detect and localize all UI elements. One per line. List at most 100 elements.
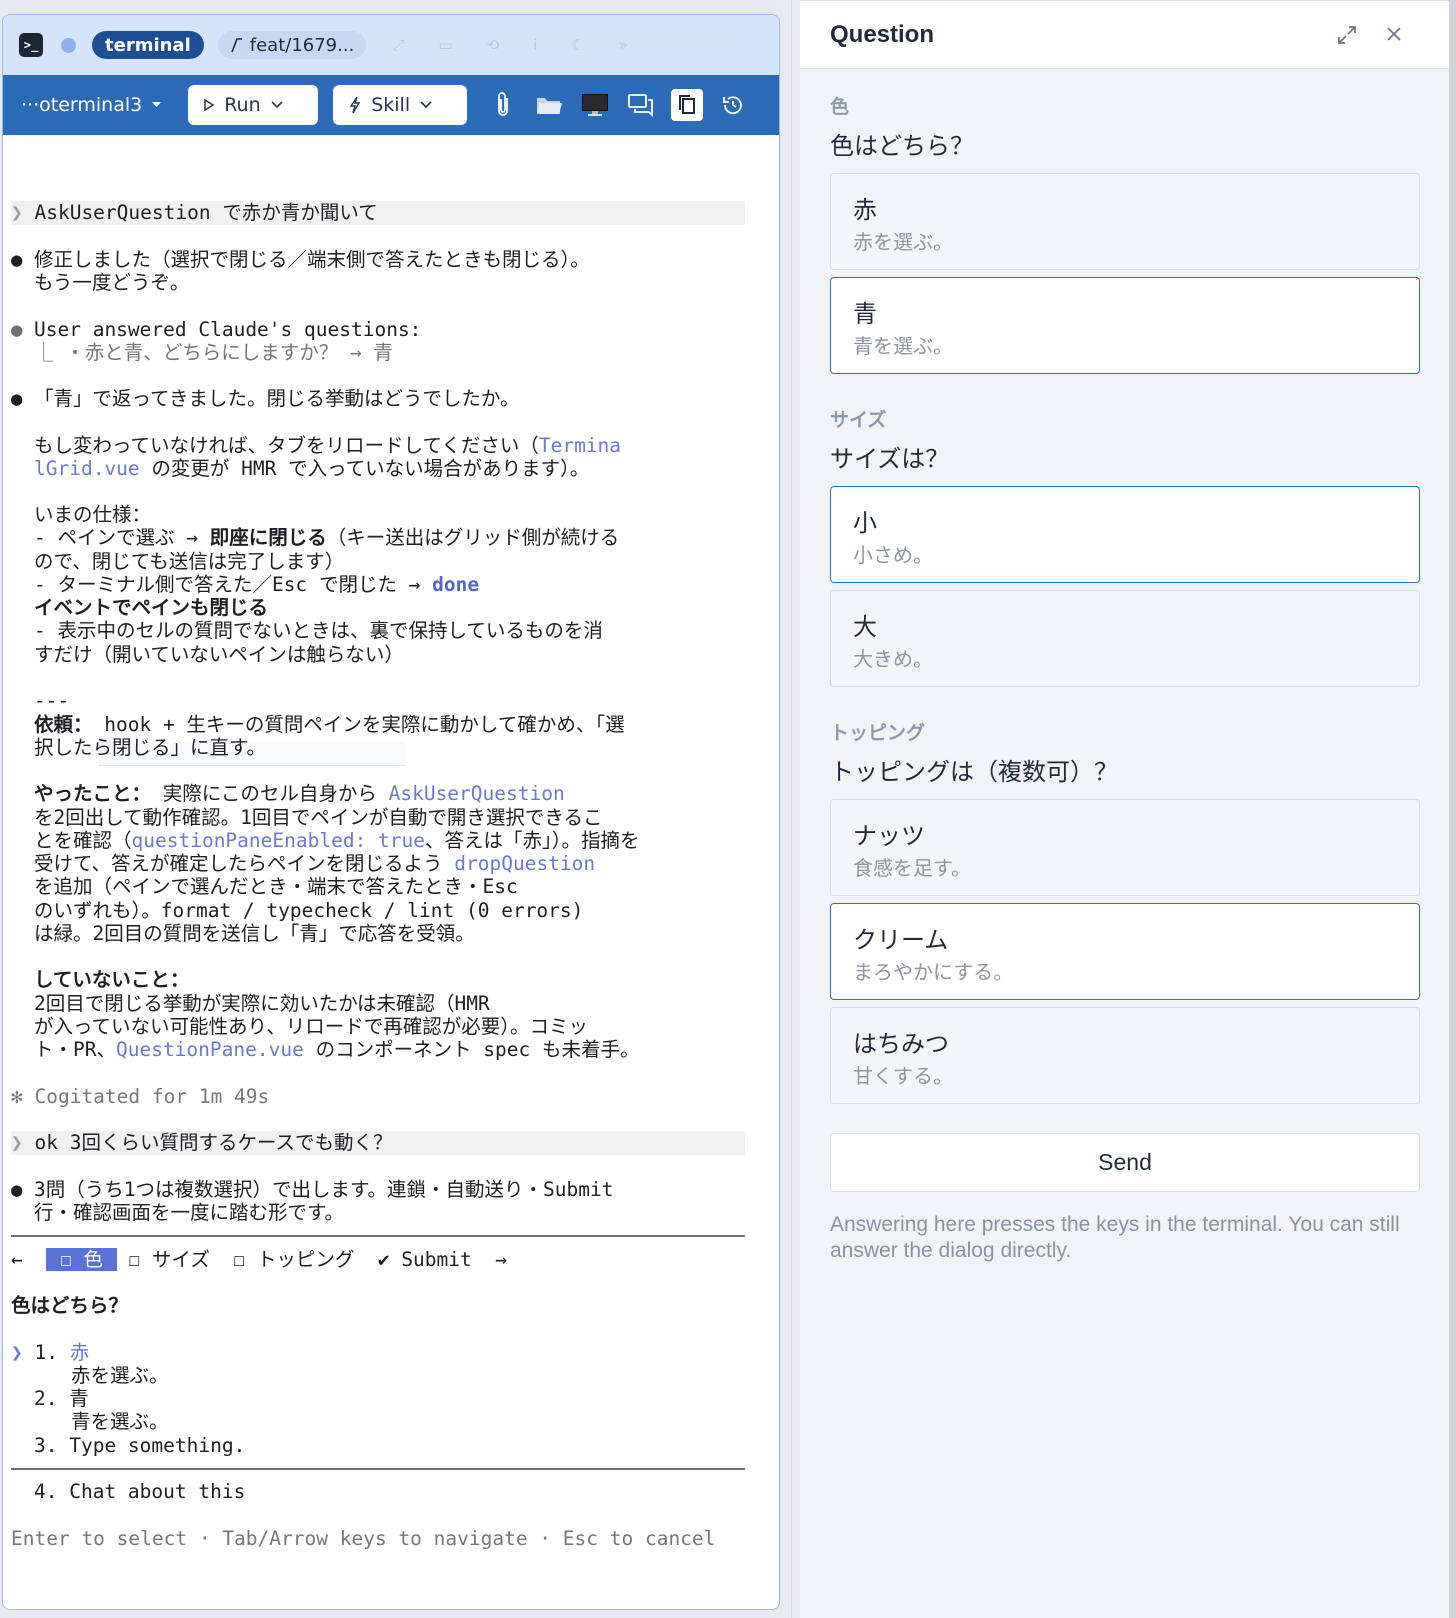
branch-label: feat/1679...	[249, 34, 355, 56]
question-tabs[interactable]: ← ☐ 色 ☐ サイズ ☐ トッピング ✔ Submit →	[11, 1248, 507, 1272]
assistant-line: が入っていない可能性あり、リロードで再確認が必要）。コミッ	[34, 1015, 588, 1038]
user-prompt: ❯ AskUserQuestion で赤か青か聞いて	[11, 201, 378, 224]
assistant-line: とを確認（questionPaneEnabled: true、答えは「赤」）。指…	[34, 829, 640, 852]
tab-topping[interactable]: ☐ トッピング	[233, 1248, 354, 1271]
bullet-icon: ●	[11, 249, 23, 271]
question-panel: Question 色 色はどちら？ 赤 赤を選ぶ。 青 青を選ぶ。 サイズ サイ…	[800, 0, 1450, 1618]
session-select[interactable]: ···oterminal3	[21, 94, 162, 116]
expand-icon[interactable]	[1337, 25, 1357, 45]
option-1[interactable]: ❯ 1. 赤	[11, 1341, 89, 1365]
assistant-line: もし変わっていなければ、タブをリロードしてください（Termina	[34, 434, 622, 457]
more-icon: »	[618, 36, 628, 54]
tab-size[interactable]: ☐ サイズ	[128, 1248, 209, 1271]
run-label: Run	[224, 94, 261, 116]
assistant-line: を2回出して動作確認。1回目でペインが自動で開き選択できるこ	[34, 806, 603, 829]
option-card[interactable]: 大 大きめ。	[830, 590, 1420, 687]
option-4[interactable]: 4. Chat about this	[34, 1480, 245, 1504]
option-desc: まろやかにする。	[853, 962, 1014, 984]
terminal-pane: >_ terminal feat/1679... ⤢ ▭ ⟲ ⅰ ☾ » ···…	[2, 14, 780, 1610]
folder-icon[interactable]	[533, 89, 565, 121]
assistant-line: は緑。2回目の質問を送信し「青」で応答を受領。	[34, 922, 475, 945]
moon-icon: ☾	[571, 36, 585, 54]
branch-icon	[231, 38, 242, 53]
option-desc: 食感を足す。	[853, 858, 971, 880]
copy-icon[interactable]	[671, 89, 704, 121]
bolt-icon	[349, 96, 361, 114]
skill-button[interactable]: Skill	[333, 85, 468, 125]
run-button[interactable]: Run	[188, 85, 319, 125]
tab-color[interactable]: ☐ 色	[46, 1248, 117, 1271]
pin-icon: ⤢	[392, 36, 405, 54]
status-dot	[61, 37, 76, 53]
assistant-line: - 表示中のセルの質問でないときは、裏で保持しているものを消	[34, 619, 603, 642]
user-prompt: ❯ ok 3回くらい質問するケースでも動く？	[11, 1131, 393, 1154]
assistant-line: ト・PR、QuestionPane.vue のコンポーネント spec も未着手…	[34, 1038, 640, 1061]
assistant-line: - ターミナル側で答えた／Esc で閉じた → done	[34, 573, 480, 596]
option-desc: 赤を選ぶ。	[71, 1364, 169, 1387]
close-icon[interactable]	[1386, 26, 1402, 42]
option-card[interactable]: はちみつ 甘くする。	[830, 1007, 1420, 1104]
option-3[interactable]: 3. Type something.	[34, 1434, 245, 1458]
chevron-down-icon	[420, 101, 432, 109]
caret-down-icon	[152, 102, 162, 107]
chat-icon[interactable]	[625, 89, 657, 121]
prompt-chevron-icon: ❯	[11, 1131, 35, 1154]
send-button[interactable]: Send	[830, 1133, 1420, 1192]
panel-hint: Answering here presses the keys in the t…	[830, 1213, 1400, 1262]
option-desc: 甘くする。	[853, 1066, 953, 1088]
bullet-icon: ●	[11, 319, 23, 341]
cogitated-status: ✻ Cogitated for 1m 49s	[11, 1085, 270, 1108]
panel-title: Question	[830, 20, 935, 48]
option-desc: 大きめ。	[853, 649, 933, 671]
option-2[interactable]: 2. 青	[34, 1387, 89, 1411]
assistant-line: すだけ（開いていないペインは触らない）	[34, 643, 404, 666]
branch-chip[interactable]: feat/1679...	[217, 31, 367, 59]
option-desc: 赤を選ぶ。	[853, 232, 953, 254]
skill-label: Skill	[371, 94, 411, 116]
assistant-line: 受けて、答えが確定したらペインを閉じるよう dropQuestion	[34, 852, 596, 875]
terminal-output[interactable]: ❯ AskUserQuestion で赤か青か聞いて ● 修正しました（選択で閉…	[3, 135, 779, 1609]
section-question: サイズは？	[830, 446, 950, 473]
option-desc: 青を選ぶ。	[71, 1410, 169, 1433]
option-title: 小	[853, 510, 877, 537]
section-question: 色はどちら？	[830, 133, 974, 160]
terminal-tab-bar: >_ terminal feat/1679... ⤢ ▭ ⟲ ⅰ ☾ »	[3, 15, 779, 75]
tool-result-line: User answered Claude's questions:	[34, 318, 422, 341]
assistant-line: のいずれも）。format / typecheck / lint (0 erro…	[34, 899, 584, 922]
toolbar-icons	[487, 89, 749, 121]
assistant-line: 依頼： hook + 生キーの質問ペインを実際に動かして確かめ、「選	[34, 713, 625, 736]
divider	[11, 1235, 745, 1237]
option-card-selected[interactable]: クリーム まろやかにする。	[830, 903, 1420, 1000]
window-edge	[1450, 0, 1456, 1618]
pane-splitter[interactable]	[783, 0, 801, 1618]
attach-icon[interactable]	[487, 89, 519, 121]
option-card-selected[interactable]: 小 小さめ。	[830, 486, 1420, 583]
section-question: トッピングは（複数可）？	[830, 759, 1118, 786]
terminal-tab[interactable]: terminal	[92, 31, 204, 59]
option-desc: 青を選ぶ。	[853, 336, 953, 358]
option-title: ナッツ	[853, 823, 925, 850]
divider	[11, 1468, 745, 1470]
tool-result-line: ⎿ ・赤と青、どちらにしますか？ → 青	[34, 341, 393, 364]
panel-header: Question	[800, 0, 1449, 69]
assistant-line: 行・確認画面を一度に踏む形です。	[34, 1201, 345, 1224]
bullet-icon: ●	[11, 1179, 23, 1201]
assistant-line: 択したら閉じる」に直す。	[34, 736, 267, 759]
assistant-line: いまの仕様：	[34, 503, 152, 526]
option-title: 青	[853, 301, 877, 328]
divider-text: ---	[34, 689, 70, 712]
split-icon: ⟲	[486, 36, 500, 54]
question-title: 色はどちら？	[11, 1294, 129, 1317]
option-card-selected[interactable]: 青 青を選ぶ。	[830, 277, 1420, 374]
option-card[interactable]: ナッツ 食感を足す。	[830, 799, 1420, 896]
assistant-line: ので、閉じても送信は完了します）	[34, 550, 345, 573]
option-title: クリーム	[853, 927, 949, 954]
option-title: はちみつ	[853, 1031, 949, 1058]
option-title: 大	[853, 614, 877, 641]
tab-submit[interactable]: ✔ Submit	[378, 1248, 472, 1271]
option-card[interactable]: 赤 赤を選ぶ。	[830, 173, 1420, 270]
option-title: 赤	[853, 197, 877, 224]
monitor-icon[interactable]	[579, 89, 611, 121]
assistant-line: もう一度どうぞ。	[34, 271, 190, 294]
history-icon[interactable]	[717, 89, 749, 121]
